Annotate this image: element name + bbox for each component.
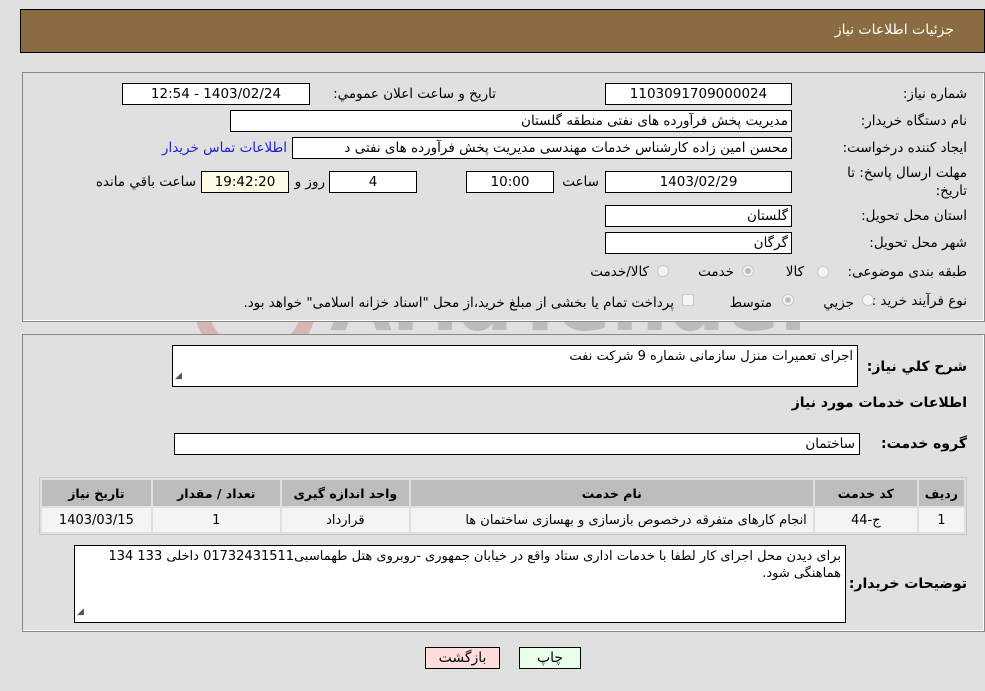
remaining-label: ساعت باقي مانده [95,174,196,190]
summary-textarea[interactable]: اجرای تعمیرات منزل سازمانی شماره 9 شرکت … [172,345,858,387]
buyer-notes-label: توضیحات خریدار: [848,576,967,592]
treasury-note: پرداخت تمام یا بخشی از مبلغ خرید،از محل … [243,295,674,311]
services-panel: شرح کلي نیاز: اجرای تعمیرات منزل سازمانی… [22,334,985,632]
category-radio-goods[interactable] [817,266,829,278]
col-header-row-number: ردیف [918,480,964,506]
buyer-notes-textarea[interactable]: برای دیدن محل اجرای کار لطفا با خدمات اد… [74,545,846,623]
process-label: نوع فرآیند خرید : [871,293,967,309]
col-header-service-code: کد خدمت [814,480,917,506]
process-radio-minor[interactable] [862,294,874,306]
category-radio-service[interactable] [742,265,754,277]
cell-unit: قرارداد [281,508,409,532]
cell-row-number: 1 [918,508,964,532]
category-radio-goods-service[interactable] [657,265,669,277]
city-label: شهر محل تحویل: [869,235,967,251]
city-field: گرگان [605,232,792,254]
col-header-quantity: تعداد / مقدار [152,480,280,506]
cell-service-name: انجام کارهای متفرقه درخصوص بازسازی و بهس… [410,508,813,532]
back-button[interactable]: بازگشت [425,647,500,669]
days-label: روز و [294,174,325,190]
cell-service-code: ج-44 [814,508,917,532]
category-label: طبقه بندی موضوعی: [847,264,967,280]
deadline-time-field: 10:00 [466,171,554,193]
need-number-label: شماره نیاز: [902,86,967,102]
process-radio-medium[interactable] [782,294,794,306]
need-number-field: 1103091709000024 [605,83,792,105]
services-table: ردیف کد خدمت نام خدمت واحد اندازه گیری ت… [39,477,967,535]
process-option-medium: متوسط [729,295,772,311]
resize-grip-icon[interactable]: ◢ [77,604,84,621]
service-group-field: ساختمان [174,433,860,455]
province-field: گلستان [605,205,792,227]
summary-text: اجرای تعمیرات منزل سازمانی شماره 9 شرکت … [569,349,853,364]
page-header: جزئیات اطلاعات نیاز [20,9,985,53]
table-header-row: ردیف کد خدمت نام خدمت واحد اندازه گیری ت… [42,480,964,506]
category-option-goods: کالا [785,264,804,280]
col-header-need-date: تاریخ نیاز [42,480,151,506]
buyer-org-label: نام دستگاه خریدار: [860,113,967,129]
remaining-time-field: 19:42:20 [201,171,289,193]
buyer-org-field: مدیریت پخش فرآورده های نفتی منطقه گلستان [230,110,792,132]
treasury-checkbox[interactable] [682,294,694,306]
service-group-label: گروه خدمت: [881,436,967,452]
print-button[interactable]: چاپ [519,647,581,669]
page-title: جزئیات اطلاعات نیاز [834,22,954,38]
buyer-notes-text: برای دیدن محل اجرای کار لطفا با خدمات اد… [108,549,841,581]
province-label: استان محل تحویل: [861,208,967,224]
table-row: 1 ج-44 انجام کارهای متفرقه درخصوص بازساز… [42,508,964,532]
days-field: 4 [329,171,417,193]
announce-label: تاریخ و ساعت اعلان عمومي: [333,86,496,102]
cell-need-date: 1403/03/15 [42,508,151,532]
services-section-title: اطلاعات خدمات مورد نیاز [791,395,967,411]
deadline-date-field: 1403/02/29 [605,171,792,193]
deadline-time-label: ساعت [562,174,599,190]
details-panel: شماره نیاز: 1103091709000024 تاریخ و ساع… [22,72,985,322]
process-option-minor: جزيي [823,295,854,311]
creator-label: ایجاد کننده درخواست: [842,140,967,156]
category-option-service: خدمت [698,264,734,280]
category-option-goods-service: کالا/خدمت [590,264,649,280]
creator-field: محسن امین زاده کارشناس خدمات مهندسی مدیر… [292,137,792,159]
cell-quantity: 1 [152,508,280,532]
deadline-label: مهلت ارسال پاسخ: تا تاریخ: [847,165,967,199]
col-header-unit: واحد اندازه گیری [281,480,409,506]
buyer-contact-link[interactable]: اطلاعات تماس خریدار [162,140,287,156]
summary-label: شرح کلي نیاز: [866,359,967,375]
col-header-service-name: نام خدمت [410,480,813,506]
resize-grip-icon[interactable]: ◢ [175,368,182,385]
announce-field: 1403/02/24 - 12:54 [122,83,310,105]
